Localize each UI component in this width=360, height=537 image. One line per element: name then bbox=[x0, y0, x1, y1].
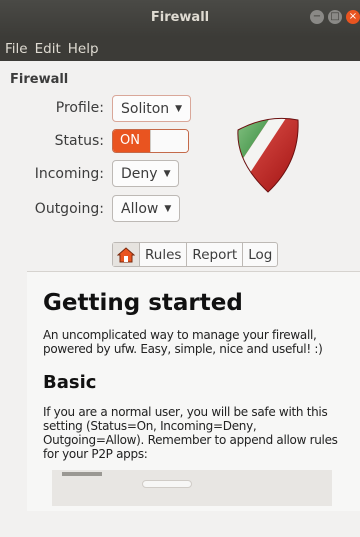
menu-edit[interactable]: Edit bbox=[32, 41, 65, 57]
menu-bar: File Edit Help bbox=[0, 37, 360, 61]
tab-log[interactable]: Log bbox=[242, 243, 277, 266]
bottom-strip bbox=[0, 511, 360, 537]
profile-dropdown[interactable]: Soliton ▼ bbox=[112, 95, 192, 122]
status-on-label: ON bbox=[113, 130, 151, 152]
profile-value: Soliton bbox=[121, 100, 170, 117]
view-tabs: Rules Report Log bbox=[112, 242, 279, 267]
outgoing-dropdown[interactable]: Allow ▼ bbox=[112, 195, 181, 222]
doc-content: Getting started An uncomplicated way to … bbox=[43, 290, 343, 461]
shield-logo-icon bbox=[237, 117, 299, 193]
chevron-down-icon: ▼ bbox=[164, 203, 172, 214]
doc-subheading: Basic bbox=[43, 372, 97, 393]
doc-screenshot-image bbox=[52, 470, 332, 506]
incoming-dropdown[interactable]: Deny ▼ bbox=[112, 160, 180, 187]
help-document: Getting started An uncomplicated way to … bbox=[27, 271, 360, 511]
doc-intro: An uncomplicated way to manage your fire… bbox=[43, 328, 323, 356]
status-label: Status: bbox=[54, 133, 104, 149]
status-toggle[interactable]: ON bbox=[112, 129, 189, 153]
profile-label: Profile: bbox=[55, 100, 104, 116]
menu-file[interactable]: File bbox=[2, 41, 32, 57]
outgoing-value: Allow bbox=[121, 200, 159, 217]
window-title: Firewall bbox=[150, 10, 210, 25]
incoming-label: Incoming: bbox=[34, 166, 104, 182]
toggle-knob[interactable] bbox=[150, 130, 188, 152]
close-button[interactable]: × bbox=[346, 10, 360, 24]
incoming-value: Deny bbox=[121, 165, 158, 182]
doc-heading: Getting started bbox=[43, 290, 243, 316]
maximize-button[interactable]: □ bbox=[328, 10, 342, 24]
home-icon bbox=[117, 246, 135, 262]
tab-home[interactable] bbox=[113, 243, 139, 266]
doc-body: If you are a normal user, you will be sa… bbox=[43, 405, 338, 461]
menu-help[interactable]: Help bbox=[65, 41, 103, 57]
window-controls: − □ × bbox=[310, 10, 360, 24]
chevron-down-icon: ▼ bbox=[163, 168, 171, 179]
section-title: Firewall bbox=[10, 72, 69, 87]
minimize-button[interactable]: − bbox=[310, 10, 324, 24]
title-bar: Firewall − □ × bbox=[0, 0, 360, 37]
tab-rules[interactable]: Rules bbox=[139, 243, 186, 266]
outgoing-label: Outgoing: bbox=[34, 201, 104, 217]
tab-report[interactable]: Report bbox=[186, 243, 242, 266]
chevron-down-icon: ▼ bbox=[175, 103, 183, 114]
